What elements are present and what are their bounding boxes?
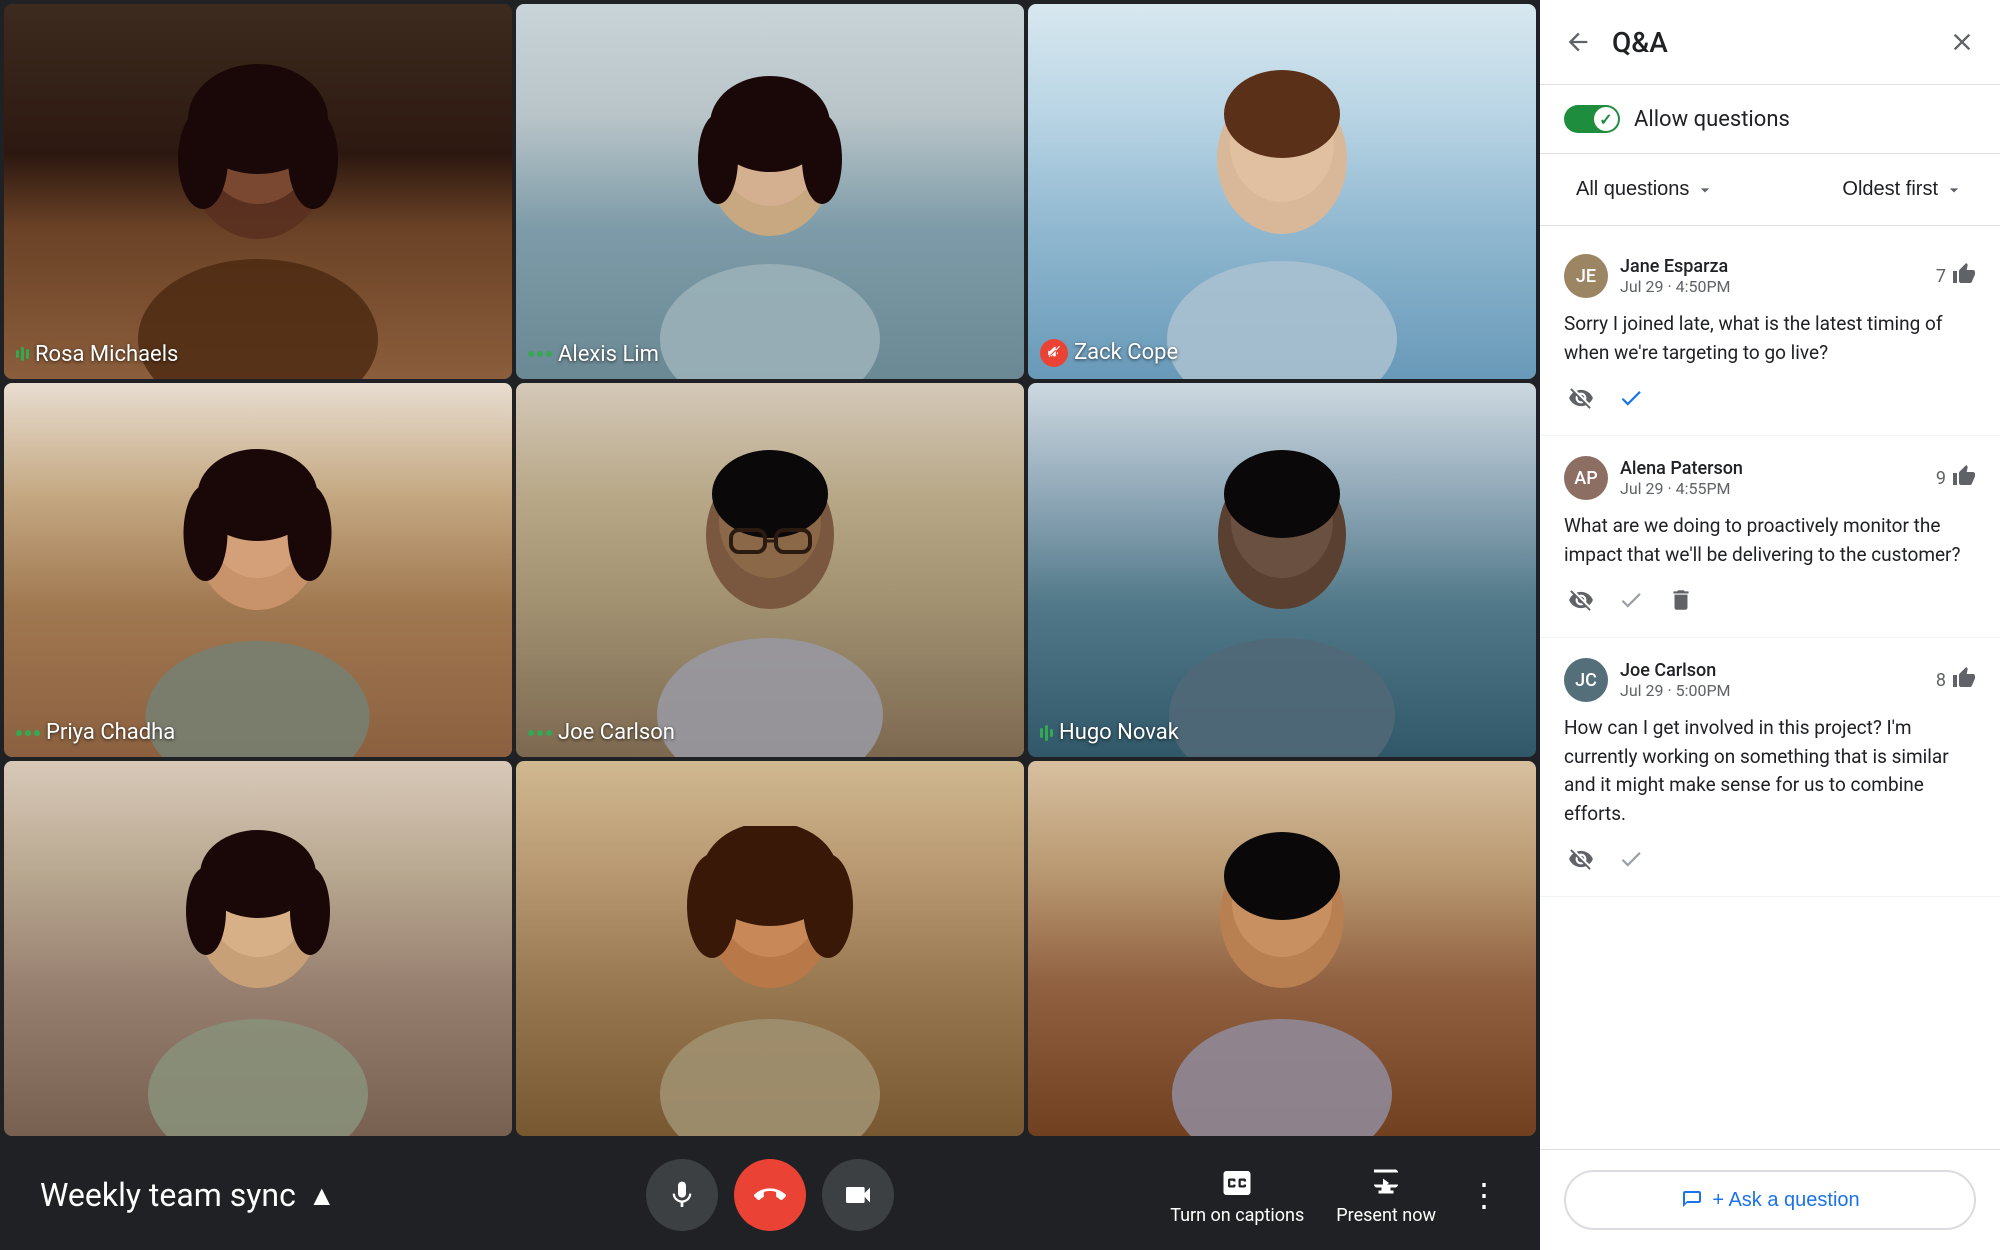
filter-label: All questions xyxy=(1576,178,1689,201)
question-actions-2 xyxy=(1564,583,1976,617)
video-cell-p7 xyxy=(4,761,512,1136)
video-cell-zack: Zack Cope xyxy=(1028,4,1536,379)
ask-question-area: + Ask a question xyxy=(1540,1149,2000,1250)
video-cell-p8 xyxy=(516,761,1024,1136)
question-time-2: Jul 29 · 4:55PM xyxy=(1620,479,1924,498)
participant-label-priya: Priya Chadha xyxy=(16,720,175,745)
video-cell-p9 xyxy=(1028,761,1536,1136)
question-text-1: Sorry I joined late, what is the latest … xyxy=(1564,310,1976,367)
audio-indicator-rosa xyxy=(16,347,29,361)
video-cell-hugo: Hugo Novak xyxy=(1028,383,1536,758)
qa-close-button[interactable] xyxy=(1944,24,1980,60)
like-icon-1 xyxy=(1952,262,1976,291)
sort-questions-button[interactable]: Oldest first xyxy=(1830,170,1976,209)
meeting-title-area: Weekly team sync ▲ xyxy=(40,1176,340,1214)
question-card-3: JC Joe Carlson Jul 29 · 5:00PM 8 xyxy=(1540,638,2000,897)
hide-question-1-button[interactable] xyxy=(1564,381,1598,415)
ask-question-label: + Ask a question xyxy=(1712,1189,1859,1212)
app-container: Rosa Michaels xyxy=(0,0,2000,1250)
question-author-2: Alena Paterson xyxy=(1620,458,1924,479)
video-area: Rosa Michaels xyxy=(0,0,1540,1250)
question-time-3: Jul 29 · 5:00PM xyxy=(1620,681,1924,700)
question-likes-2: 9 xyxy=(1936,464,1976,493)
present-label: Present now xyxy=(1336,1205,1436,1226)
more-options-button[interactable]: ⋮ xyxy=(1468,1176,1500,1214)
muted-icon-zack xyxy=(1040,339,1068,367)
question-time-1: Jul 29 · 4:50PM xyxy=(1620,277,1924,296)
like-icon-3 xyxy=(1952,666,1976,695)
right-controls: Turn on captions Present now ⋮ xyxy=(1170,1165,1500,1226)
answer-question-1-button[interactable] xyxy=(1614,381,1648,415)
qa-panel: Q&A ✓ Allow questions All questions xyxy=(1540,0,2000,1250)
like-icon-2 xyxy=(1952,464,1976,493)
participant-label-alexis: Alexis Lim xyxy=(528,342,659,367)
participant-name-joe: Joe Carlson xyxy=(558,720,675,745)
answer-question-2-button[interactable] xyxy=(1614,583,1648,617)
center-controls xyxy=(646,1159,894,1231)
avatar-jane: JE xyxy=(1564,254,1608,298)
question-actions-1 xyxy=(1564,381,1976,415)
allow-questions-toggle[interactable]: ✓ xyxy=(1564,105,1620,133)
end-call-button[interactable] xyxy=(734,1159,806,1231)
video-cell-rosa: Rosa Michaels xyxy=(4,4,512,379)
question-author-1: Jane Esparza xyxy=(1620,256,1924,277)
video-cell-joe: Joe Carlson xyxy=(516,383,1024,758)
video-cell-alexis: Alexis Lim xyxy=(516,4,1024,379)
participant-label-zack: Zack Cope xyxy=(1040,339,1178,367)
filter-questions-button[interactable]: All questions xyxy=(1564,170,1727,209)
question-card-1: JE Jane Esparza Jul 29 · 4:50PM 7 xyxy=(1540,234,2000,436)
allow-questions-label: Allow questions xyxy=(1634,107,1790,132)
delete-question-2-button[interactable] xyxy=(1664,583,1698,617)
avatar-alena: AP xyxy=(1564,456,1608,500)
qa-back-button[interactable] xyxy=(1560,24,1596,60)
captions-label: Turn on captions xyxy=(1170,1205,1304,1226)
present-button[interactable]: Present now xyxy=(1336,1165,1436,1226)
allow-questions-row: ✓ Allow questions xyxy=(1540,85,2000,154)
captions-button[interactable]: Turn on captions xyxy=(1170,1165,1304,1226)
qa-header: Q&A xyxy=(1540,0,2000,85)
participant-label-rosa: Rosa Michaels xyxy=(16,342,178,367)
participant-name-alexis: Alexis Lim xyxy=(558,342,659,367)
participant-name-zack: Zack Cope xyxy=(1074,340,1178,365)
participant-label-hugo: Hugo Novak xyxy=(1040,720,1179,745)
audio-indicator-hugo xyxy=(1040,725,1053,741)
participant-name-hugo: Hugo Novak xyxy=(1059,720,1179,745)
hide-question-2-button[interactable] xyxy=(1564,583,1598,617)
question-author-3: Joe Carlson xyxy=(1620,660,1924,681)
camera-button[interactable] xyxy=(822,1159,894,1231)
ask-question-button[interactable]: + Ask a question xyxy=(1564,1170,1976,1230)
qa-title: Q&A xyxy=(1612,26,1928,59)
video-cell-priya: Priya Chadha xyxy=(4,383,512,758)
answer-question-3-button[interactable] xyxy=(1614,842,1648,876)
question-text-2: What are we doing to proactively monitor… xyxy=(1564,512,1976,569)
question-likes-3: 8 xyxy=(1936,666,1976,695)
question-text-3: How can I get involved in this project? … xyxy=(1564,714,1976,828)
bottom-bar: Weekly team sync ▲ xyxy=(0,1140,1540,1250)
participant-label-joe: Joe Carlson xyxy=(528,720,675,745)
question-likes-1: 7 xyxy=(1936,262,1976,291)
filter-row: All questions Oldest first xyxy=(1540,154,2000,226)
question-card-2: AP Alena Paterson Jul 29 · 4:55PM 9 xyxy=(1540,436,2000,638)
hide-question-3-button[interactable] xyxy=(1564,842,1598,876)
participant-name-rosa: Rosa Michaels xyxy=(35,342,178,367)
video-grid: Rosa Michaels xyxy=(0,0,1540,1140)
chevron-up-icon[interactable]: ▲ xyxy=(308,1179,336,1212)
avatar-joe-carlson: JC xyxy=(1564,658,1608,702)
mic-button[interactable] xyxy=(646,1159,718,1231)
questions-list: JE Jane Esparza Jul 29 · 4:50PM 7 xyxy=(1540,226,2000,1149)
meeting-title: Weekly team sync xyxy=(40,1176,296,1214)
sort-label: Oldest first xyxy=(1842,178,1938,201)
question-actions-3 xyxy=(1564,842,1976,876)
participant-name-priya: Priya Chadha xyxy=(46,720,175,745)
